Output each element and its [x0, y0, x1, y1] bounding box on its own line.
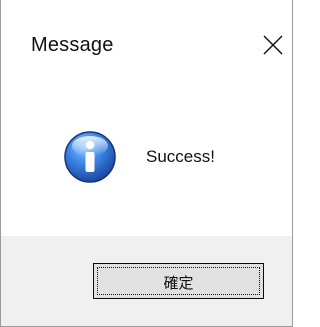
ok-button-label: 確定	[163, 274, 194, 292]
message-text: Success!	[146, 147, 215, 166]
message-dialog: Message Success! 確定	[0, 0, 293, 327]
close-icon	[263, 35, 283, 55]
button-area: 確定	[1, 236, 292, 326]
title-bar[interactable]: Message	[1, 0, 292, 90]
ok-button[interactable]: 確定	[93, 263, 264, 299]
dialog-content: Success!	[1, 90, 292, 236]
info-icon	[63, 130, 117, 184]
window-title: Message	[31, 34, 114, 56]
close-button[interactable]	[256, 28, 290, 62]
